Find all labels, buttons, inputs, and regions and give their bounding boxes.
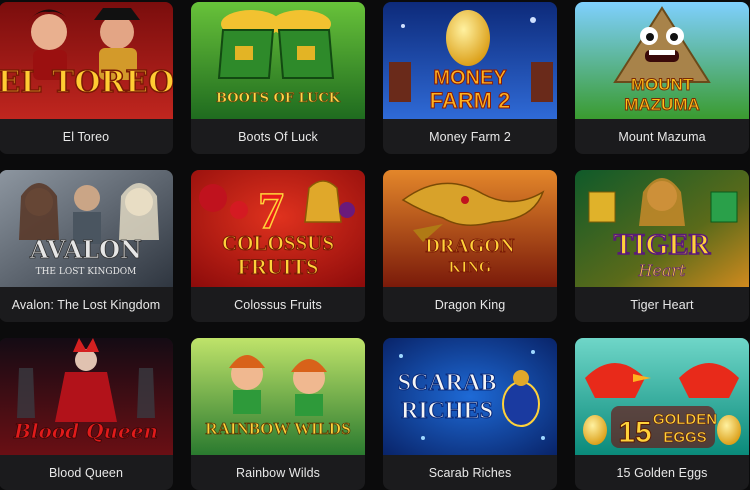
game-thumbnail[interactable]: MOUNT MAZUMA [575, 2, 749, 119]
game-thumbnail[interactable]: DRAGON KING [383, 170, 557, 287]
game-thumbnail[interactable]: AVALON THE LOST KINGDOM [0, 170, 173, 287]
boots-of-luck-artwork: BOOTS OF LUCK [191, 2, 365, 119]
money-farm-artwork: MONEY FARM 2 [383, 2, 557, 119]
game-title[interactable]: Dragon King [383, 287, 557, 322]
game-title[interactable]: Rainbow Wilds [191, 455, 365, 490]
game-thumbnail[interactable]: Blood Queen [0, 338, 173, 455]
game-logo-line: EL TOREO [0, 65, 173, 100]
game-card-rainbow-wilds[interactable]: RAINBOW WILDS Rainbow Wilds [191, 338, 365, 490]
game-logo-line: GOLDEN [653, 411, 717, 428]
golden-eggs-artwork: 15 GOLDEN EGGS [575, 338, 749, 455]
game-logo-line: MONEY [433, 67, 507, 89]
game-logo-line: EGGS [663, 429, 706, 446]
game-logo-line: FRUITS [238, 254, 319, 279]
game-title[interactable]: Money Farm 2 [383, 119, 557, 154]
game-thumbnail[interactable]: 15 GOLDEN EGGS [575, 338, 749, 455]
game-logo-line: DRAGON [426, 235, 515, 257]
tiger-heart-artwork: TIGER Heart [575, 170, 749, 287]
game-title[interactable]: Boots Of Luck [191, 119, 365, 154]
game-logo-line: COLOSSUS [222, 231, 334, 255]
game-logo-line: AVALON [29, 235, 142, 264]
mount-mazuma-artwork: MOUNT MAZUMA [575, 2, 749, 119]
scarab-riches-artwork: SCARAB RICHES [383, 338, 557, 455]
game-logo-line: BOOTS OF LUCK [216, 91, 341, 106]
game-card-dragon-king[interactable]: DRAGON KING Dragon King [383, 170, 557, 322]
game-card-money-farm-2[interactable]: MONEY FARM 2 Money Farm 2 [383, 2, 557, 154]
game-title[interactable]: El Toreo [0, 119, 173, 154]
game-title[interactable]: Mount Mazuma [575, 119, 749, 154]
game-logo-line: MOUNT [631, 75, 694, 94]
game-logo-line: FARM 2 [430, 88, 511, 113]
game-logo-line: 15 [618, 416, 651, 449]
game-title[interactable]: Avalon: The Lost Kingdom [0, 287, 173, 322]
el-toreo-artwork: EL TOREO [0, 2, 173, 119]
game-logo-line: Heart [637, 261, 686, 280]
game-logo-line: Blood Queen [13, 419, 158, 443]
game-logo-line: SCARAB [398, 370, 497, 396]
game-logo-line: TIGER [614, 228, 711, 261]
game-logo-line: THE LOST KINGDOM [36, 267, 137, 277]
game-card-el-toreo[interactable]: EL TOREO El Toreo [0, 2, 173, 154]
game-card-mount-mazuma[interactable]: MOUNT MAZUMA Mount Mazuma [575, 2, 749, 154]
game-title[interactable]: Colossus Fruits [191, 287, 365, 322]
game-title[interactable]: Blood Queen [0, 455, 173, 490]
game-grid: EL TOREO El Toreo BOOTS OF LUCK Boots Of… [0, 0, 750, 490]
game-logo-line: RICHES [401, 398, 493, 424]
avalon-artwork: AVALON THE LOST KINGDOM [0, 170, 173, 287]
game-card-tiger-heart[interactable]: TIGER Heart Tiger Heart [575, 170, 749, 322]
game-title[interactable]: 15 Golden Eggs [575, 455, 749, 490]
game-card-colossus-fruits[interactable]: 7 COLOSSUS FRUITS Colossus Fruits [191, 170, 365, 322]
game-card-scarab-riches[interactable]: SCARAB RICHES Scarab Riches [383, 338, 557, 490]
game-title[interactable]: Tiger Heart [575, 287, 749, 322]
game-logo-line: MAZUMA [624, 95, 700, 114]
game-card-avalon[interactable]: AVALON THE LOST KINGDOM Avalon: The Lost… [0, 170, 173, 322]
game-thumbnail[interactable]: MONEY FARM 2 [383, 2, 557, 119]
game-thumbnail[interactable]: TIGER Heart [575, 170, 749, 287]
game-card-boots-of-luck[interactable]: BOOTS OF LUCK Boots Of Luck [191, 2, 365, 154]
colossus-fruits-artwork: 7 COLOSSUS FRUITS [191, 170, 365, 287]
game-card-blood-queen[interactable]: Blood Queen Blood Queen [0, 338, 173, 490]
game-logo-line: KING [449, 259, 492, 276]
game-card-15-golden-eggs[interactable]: 15 GOLDEN EGGS 15 Golden Eggs [575, 338, 749, 490]
game-thumbnail[interactable]: EL TOREO [0, 2, 173, 119]
game-title[interactable]: Scarab Riches [383, 455, 557, 490]
blood-queen-artwork: Blood Queen [0, 338, 173, 455]
rainbow-wilds-artwork: RAINBOW WILDS [191, 338, 365, 455]
game-logo-line: RAINBOW WILDS [205, 419, 350, 438]
game-thumbnail[interactable]: 7 COLOSSUS FRUITS [191, 170, 365, 287]
dragon-king-artwork: DRAGON KING [383, 170, 557, 287]
game-thumbnail[interactable]: BOOTS OF LUCK [191, 2, 365, 119]
game-thumbnail[interactable]: RAINBOW WILDS [191, 338, 365, 455]
game-thumbnail[interactable]: SCARAB RICHES [383, 338, 557, 455]
